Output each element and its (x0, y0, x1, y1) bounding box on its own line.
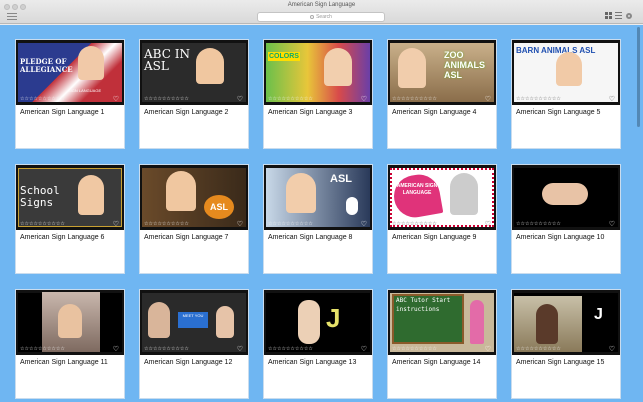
favorite-heart-icon[interactable]: ♡ (609, 220, 615, 228)
thumbnail-text: PLEDGE OF ALLEGIANCE (20, 57, 73, 74)
video-thumbnail: ☆☆☆☆☆☆☆☆☆☆ ♡ (16, 290, 124, 355)
video-title: American Sign Language 1 (20, 109, 105, 116)
favorite-heart-icon[interactable]: ♡ (237, 220, 243, 228)
video-title: American Sign Language 3 (268, 109, 353, 116)
video-card-10[interactable]: ☆☆☆☆☆☆☆☆☆☆ ♡ American Sign Language 10 (511, 164, 621, 274)
video-title: American Sign Language 14 (392, 359, 481, 366)
video-title: American Sign Language 15 (516, 359, 605, 366)
video-card-14[interactable]: ABC Tutor Start instructions ☆☆☆☆☆☆☆☆☆☆ … (387, 289, 497, 399)
thumbnail-text: J (326, 303, 341, 333)
rating-stars[interactable]: ☆☆☆☆☆☆☆☆☆☆ (516, 96, 561, 102)
rating-stars[interactable]: ☆☆☆☆☆☆☆☆☆☆ (144, 96, 189, 102)
thumbnail-text: ASL (330, 173, 352, 185)
thumbnail-text: COLORS (268, 52, 300, 61)
rating-stars[interactable]: ☆☆☆☆☆☆☆☆☆☆ (268, 346, 313, 352)
rating-stars[interactable]: ☆☆☆☆☆☆☆☆☆☆ (268, 221, 313, 227)
video-thumbnail: ZOO ANIMALS ASL ☆☆☆☆☆☆☆☆☆☆ ♡ (388, 40, 496, 105)
favorite-heart-icon[interactable]: ♡ (237, 345, 243, 353)
rating-stars[interactable]: ☆☆☆☆☆☆☆☆☆☆ (268, 96, 313, 102)
video-card-6[interactable]: School Signs ☆☆☆☆☆☆☆☆☆☆ ♡ American Sign … (15, 164, 125, 274)
thumbnail-text: ABC Tutor Start instructions (396, 297, 451, 313)
video-thumbnail: BARN ANIMALS ASL ☆☆☆☆☆☆☆☆☆☆ ♡ (512, 40, 620, 105)
favorite-heart-icon[interactable]: ♡ (485, 345, 491, 353)
favorite-heart-icon[interactable]: ♡ (113, 95, 119, 103)
rating-stars[interactable]: ☆☆☆☆☆☆☆☆☆☆ (20, 96, 65, 102)
video-card-11[interactable]: ☆☆☆☆☆☆☆☆☆☆ ♡ American Sign Language 11 (15, 289, 125, 399)
video-title: American Sign Language 4 (392, 109, 477, 116)
video-title: American Sign Language 5 (516, 109, 601, 116)
video-thumbnail: ABC IN ASL ☆☆☆☆☆☆☆☆☆☆ ♡ (140, 40, 248, 105)
gear-icon[interactable] (626, 13, 632, 19)
search-icon (310, 14, 315, 19)
video-thumbnail: AMERICAN SIGN LANGUAGE ☆☆☆☆☆☆☆☆☆☆ ♡ (388, 165, 496, 230)
video-card-8[interactable]: ASL ☆☆☆☆☆☆☆☆☆☆ ♡ American Sign Language … (263, 164, 373, 274)
video-card-9[interactable]: AMERICAN SIGN LANGUAGE ☆☆☆☆☆☆☆☆☆☆ ♡ Amer… (387, 164, 497, 274)
video-card-7[interactable]: ASL ☆☆☆☆☆☆☆☆☆☆ ♡ American Sign Language … (139, 164, 249, 274)
favorite-heart-icon[interactable]: ♡ (485, 95, 491, 103)
favorite-heart-icon[interactable]: ♡ (113, 220, 119, 228)
video-title: American Sign Language 13 (268, 359, 357, 366)
rating-stars[interactable]: ☆☆☆☆☆☆☆☆☆☆ (516, 221, 561, 227)
video-card-2[interactable]: ABC IN ASL ☆☆☆☆☆☆☆☆☆☆ ♡ American Sign La… (139, 39, 249, 149)
thumbnail-text: ABC IN ASL (144, 47, 190, 73)
favorite-heart-icon[interactable]: ♡ (113, 345, 119, 353)
video-card-4[interactable]: ZOO ANIMALS ASL ☆☆☆☆☆☆☆☆☆☆ ♡ American Si… (387, 39, 497, 149)
thumbnail-text: ASL (204, 195, 234, 219)
search-placeholder: Search (316, 14, 332, 20)
video-title: American Sign Language 11 (20, 359, 108, 366)
video-card-3[interactable]: COLORS ☆☆☆☆☆☆☆☆☆☆ ♡ American Sign Langua… (263, 39, 373, 149)
vertical-scrollbar[interactable] (636, 25, 641, 402)
video-card-13[interactable]: J ☆☆☆☆☆☆☆☆☆☆ ♡ American Sign Language 13 (263, 289, 373, 399)
video-card-5[interactable]: BARN ANIMALS ASL ☆☆☆☆☆☆☆☆☆☆ ♡ American S… (511, 39, 621, 149)
favorite-heart-icon[interactable]: ♡ (609, 95, 615, 103)
hamburger-menu-icon[interactable] (7, 13, 17, 21)
title-bar: American Sign Language Search (0, 0, 643, 24)
rating-stars[interactable]: ☆☆☆☆☆☆☆☆☆☆ (392, 221, 437, 227)
thumbnail-text: AMERICAN SIGN LANGUAGE (396, 183, 438, 196)
video-title: American Sign Language 10 (516, 234, 605, 241)
favorite-heart-icon[interactable]: ♡ (361, 345, 367, 353)
rating-stars[interactable]: ☆☆☆☆☆☆☆☆☆☆ (144, 221, 189, 227)
favorite-heart-icon[interactable]: ♡ (237, 95, 243, 103)
video-card-1[interactable]: PLEDGE OF ALLEGIANCE SIGN LANGUAGE ☆☆☆☆☆… (15, 39, 125, 149)
rating-stars[interactable]: ☆☆☆☆☆☆☆☆☆☆ (144, 346, 189, 352)
rating-stars[interactable]: ☆☆☆☆☆☆☆☆☆☆ (516, 346, 561, 352)
favorite-heart-icon[interactable]: ♡ (361, 95, 367, 103)
favorite-heart-icon[interactable]: ♡ (609, 345, 615, 353)
video-thumbnail: COLORS ☆☆☆☆☆☆☆☆☆☆ ♡ (264, 40, 372, 105)
video-title: American Sign Language 12 (144, 359, 233, 366)
video-thumbnail: PLEDGE OF ALLEGIANCE SIGN LANGUAGE ☆☆☆☆☆… (16, 40, 124, 105)
thumbnail-text: ZOO ANIMALS ASL (444, 50, 485, 80)
video-card-12[interactable]: MEET YOU ☆☆☆☆☆☆☆☆☆☆ ♡ American Sign Lang… (139, 289, 249, 399)
favorite-heart-icon[interactable]: ♡ (485, 220, 491, 228)
video-thumbnail: ☆☆☆☆☆☆☆☆☆☆ ♡ (512, 165, 620, 230)
rating-stars[interactable]: ☆☆☆☆☆☆☆☆☆☆ (392, 346, 437, 352)
rating-stars[interactable]: ☆☆☆☆☆☆☆☆☆☆ (392, 96, 437, 102)
video-thumbnail: MEET YOU ☆☆☆☆☆☆☆☆☆☆ ♡ (140, 290, 248, 355)
favorite-heart-icon[interactable]: ♡ (361, 220, 367, 228)
thumbnail-subtext: SIGN LANGUAGE (68, 88, 102, 93)
video-thumbnail: ASL ☆☆☆☆☆☆☆☆☆☆ ♡ (140, 165, 248, 230)
thumbnail-text: J (594, 306, 603, 323)
video-thumbnail: J ☆☆☆☆☆☆☆☆☆☆ ♡ (264, 290, 372, 355)
thumbnail-text: MEET YOU (178, 312, 208, 328)
video-thumbnail: ASL ☆☆☆☆☆☆☆☆☆☆ ♡ (264, 165, 372, 230)
video-title: American Sign Language 2 (144, 109, 229, 116)
rating-stars[interactable]: ☆☆☆☆☆☆☆☆☆☆ (20, 221, 65, 227)
video-title: American Sign Language 8 (268, 234, 353, 241)
rating-stars[interactable]: ☆☆☆☆☆☆☆☆☆☆ (20, 346, 65, 352)
video-title: American Sign Language 9 (392, 234, 477, 241)
search-field[interactable]: Search (257, 12, 385, 22)
grid-view-icon[interactable] (605, 12, 613, 20)
thumbnail-text: School Signs (20, 184, 60, 209)
video-title: American Sign Language 7 (144, 234, 229, 241)
video-thumbnail: ABC Tutor Start instructions ☆☆☆☆☆☆☆☆☆☆ … (388, 290, 496, 355)
video-thumbnail: School Signs ☆☆☆☆☆☆☆☆☆☆ ♡ (16, 165, 124, 230)
window-title: American Sign Language (287, 2, 356, 8)
video-thumbnail: J ☆☆☆☆☆☆☆☆☆☆ ♡ (512, 290, 620, 355)
video-grid: PLEDGE OF ALLEGIANCE SIGN LANGUAGE ☆☆☆☆☆… (0, 25, 643, 402)
list-view-icon[interactable] (615, 12, 623, 20)
video-title: American Sign Language 6 (20, 234, 105, 241)
video-card-15[interactable]: J ☆☆☆☆☆☆☆☆☆☆ ♡ American Sign Language 15 (511, 289, 621, 399)
